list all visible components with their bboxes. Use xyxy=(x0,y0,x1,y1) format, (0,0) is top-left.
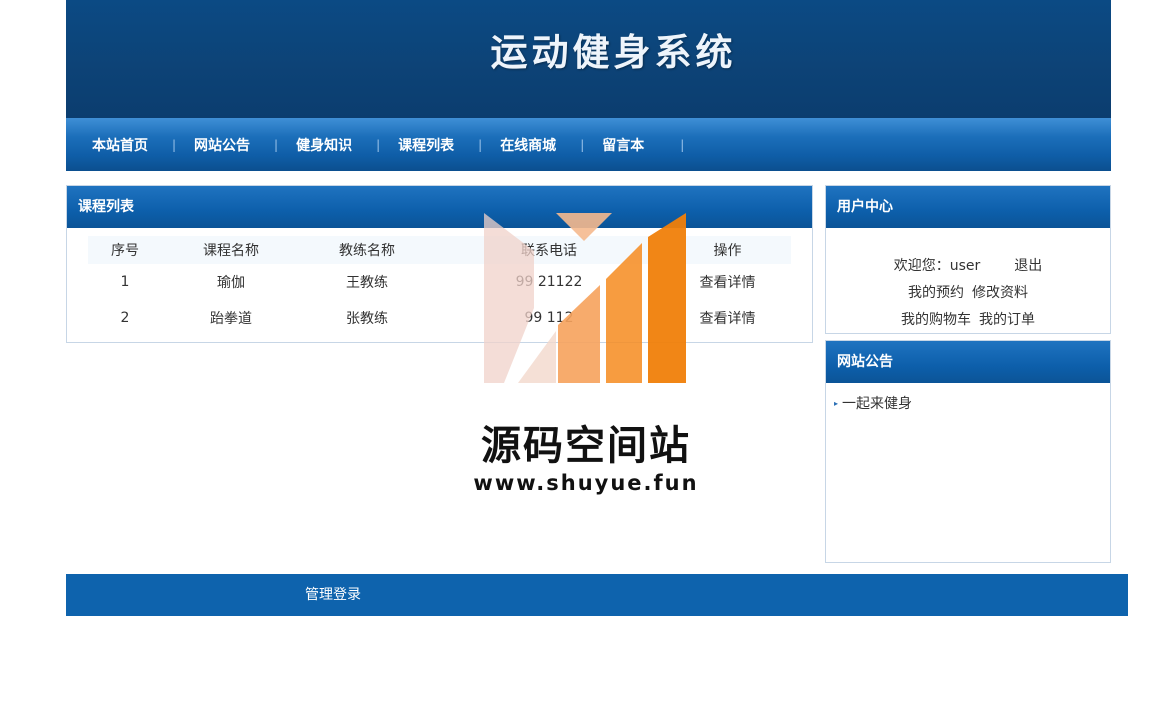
header-banner: 运动健身系统 xyxy=(66,0,1111,118)
nav-fitness-knowledge[interactable]: 健身知识 xyxy=(296,135,352,155)
course-list-title: 课程列表 xyxy=(67,186,812,228)
row-phone: 99 112 xyxy=(524,310,574,326)
nav-separator: | xyxy=(172,137,177,152)
site-title: 运动健身系统 xyxy=(490,30,737,74)
nav-guestbook[interactable]: 留言本 xyxy=(602,135,644,155)
list-item[interactable]: ▸ 一起来健身 xyxy=(834,393,1110,413)
nav-separator: | xyxy=(478,137,483,152)
my-booking-link[interactable]: 我的预约 xyxy=(908,285,964,301)
row-course-name: 瑜伽 xyxy=(217,275,245,291)
watermark-url: www.shuyue.fun xyxy=(473,471,699,495)
column-header-index: 序号 xyxy=(88,236,162,264)
row-phone: 99 21122 xyxy=(515,274,583,290)
logout-link[interactable]: 退出 xyxy=(1014,258,1042,274)
main-nav: 本站首页 | 网站公告 | 健身知识 | 课程列表 | 在线商城 | 留言本 | xyxy=(66,118,1111,171)
announcement-title: 网站公告 xyxy=(826,341,1110,383)
my-orders-link[interactable]: 我的订单 xyxy=(979,312,1035,328)
user-center-body: 欢迎您：user 退出 我的预约 修改资料 我的购物车 我的订单 xyxy=(826,228,1110,334)
edit-profile-link[interactable]: 修改资料 xyxy=(972,285,1028,301)
nav-announcements[interactable]: 网站公告 xyxy=(194,135,250,155)
column-header-phone: 联系电话 xyxy=(434,236,664,264)
row-coach-name: 王教练 xyxy=(346,275,388,291)
announcement-list: ▸ 一起来健身 xyxy=(826,383,1110,413)
table-header-row: 序号 课程名称 教练名称 联系电话 操作 xyxy=(88,236,791,264)
course-list-panel: 课程列表 序号 课程名称 教练名称 联系电话 操作 1 瑜伽 王教练 99 21… xyxy=(66,185,813,343)
row-course-name: 跆拳道 xyxy=(210,311,252,327)
welcome-text: 欢迎您：user xyxy=(893,258,981,274)
announcement-panel: 网站公告 ▸ 一起来健身 xyxy=(825,340,1111,563)
nav-separator: | xyxy=(580,137,585,152)
user-center-panel: 用户中心 欢迎您：user 退出 我的预约 修改资料 我的购物车 我的订单 xyxy=(825,185,1111,334)
nav-course-list[interactable]: 课程列表 xyxy=(398,135,454,155)
nav-separator: | xyxy=(376,137,381,152)
row-index: 2 xyxy=(120,310,130,326)
watermark-title: 源码空间站 xyxy=(481,423,691,469)
view-details-link[interactable]: 查看详情 xyxy=(664,300,791,336)
bullet-arrow-icon: ▸ xyxy=(834,398,839,408)
footer-bar: 管理登录 xyxy=(66,574,1128,616)
nav-separator: | xyxy=(680,137,685,152)
my-cart-link[interactable]: 我的购物车 xyxy=(901,312,971,328)
view-details-link[interactable]: 查看详情 xyxy=(664,264,791,300)
nav-separator: | xyxy=(274,137,279,152)
announcement-item-text: 一起来健身 xyxy=(842,396,913,412)
nav-home[interactable]: 本站首页 xyxy=(92,135,148,155)
nav-online-shop[interactable]: 在线商城 xyxy=(500,135,556,155)
row-index: 1 xyxy=(120,274,130,290)
admin-login-link[interactable]: 管理登录 xyxy=(305,574,361,616)
column-header-action: 操作 xyxy=(664,236,791,264)
table-row: 1 瑜伽 王教练 99 21122 查看详情 xyxy=(88,264,791,300)
table-row: 2 跆拳道 张教练 99 112 查看详情 xyxy=(88,300,791,336)
row-coach-name: 张教练 xyxy=(346,311,388,327)
user-center-title: 用户中心 xyxy=(826,186,1110,228)
course-table: 序号 课程名称 教练名称 联系电话 操作 1 瑜伽 王教练 99 21122 查… xyxy=(88,236,791,336)
column-header-coach-name: 教练名称 xyxy=(300,236,434,264)
column-header-course-name: 课程名称 xyxy=(162,236,300,264)
